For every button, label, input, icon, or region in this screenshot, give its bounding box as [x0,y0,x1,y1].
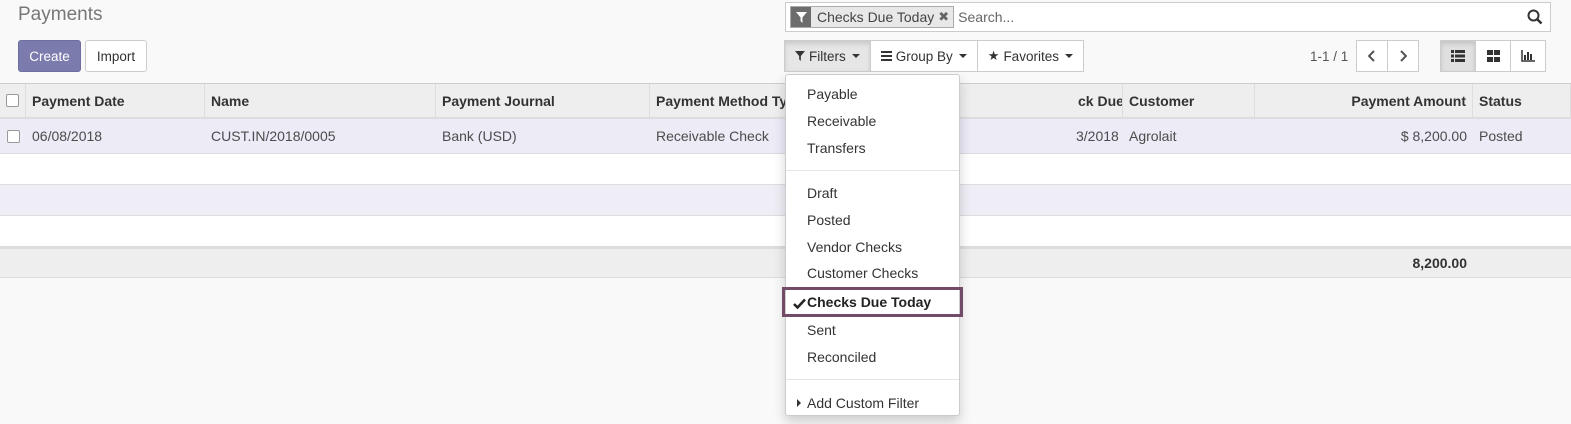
add-custom-filter-label: Add Custom Filter [807,394,920,411]
row-checkbox[interactable] [6,129,20,143]
filter-label: Checks Due Today [807,293,932,310]
status-cell: Posted [1479,128,1523,144]
check-icon [793,296,806,312]
bars-icon [880,49,892,64]
previous-page-button[interactable] [1356,40,1389,72]
filters-dropdown: Payable Receivable Transfers Draft Poste… [782,74,963,416]
divider [786,379,959,381]
group-by-label: Group By [895,48,953,64]
column-header[interactable]: Payment Date [26,84,205,117]
row-select-cell [0,119,26,153]
filter-reconciled[interactable]: Reconciled [786,344,959,371]
search-facet: Checks Due Today ✖ [790,6,955,28]
customer-cell: Agrolait [1129,128,1177,144]
column-header[interactable]: Customer [1123,84,1255,117]
name-cell: CUST.IN/2018/0005 [211,128,336,144]
favorites-button[interactable]: ★ Favorites [976,40,1084,72]
column-header[interactable]: Status [1473,84,1571,117]
search-bar: Checks Due Today ✖ [785,2,1551,32]
create-button[interactable]: Create [18,40,81,72]
view-switcher [1440,40,1546,72]
search-input[interactable] [958,4,1520,30]
footer-status [1473,249,1571,277]
divider [786,170,959,172]
remove-facet-icon[interactable]: ✖ [936,7,953,27]
pager: 1-1 / 1 [1300,40,1420,72]
filter-checks-due-today[interactable]: Checks Due Today [782,286,963,317]
import-button[interactable]: Import [85,40,147,72]
select-all-cell [0,84,26,117]
filter-draft[interactable]: Draft [786,180,959,207]
filter-transfers[interactable]: Transfers [786,134,959,161]
filter-payable[interactable]: Payable [786,81,959,108]
page-title: Payments [18,4,103,25]
pager-value[interactable]: 1-1 / 1 [1310,49,1348,64]
search-options: Filters Group By ★ Favorites [784,40,1084,72]
filter-sent[interactable]: Sent [786,317,959,344]
column-header[interactable]: Payment Journal [436,84,650,117]
caret-down-icon [851,54,860,58]
column-header[interactable]: Payment Amount [1255,84,1473,117]
footer-spacer [0,249,1255,277]
payment-date-cell: 06/08/2018 [32,128,103,144]
caret-down-icon [958,54,967,58]
filter-icon [795,49,805,64]
select-all-checkbox[interactable] [6,94,19,107]
filters-button[interactable]: Filters [784,40,871,72]
filter-vendor-checks[interactable]: Vendor Checks [786,233,959,260]
add-custom-filter[interactable]: Add Custom Filter [786,389,959,416]
caret-down-icon [1064,54,1073,58]
filters-label: Filters [809,48,846,64]
amount-cell: $ 8,200.00 [1400,128,1467,144]
kanban-view-icon[interactable] [1475,40,1511,72]
list-view-icon[interactable] [1440,40,1476,72]
filter-receivable[interactable]: Receivable [786,108,959,135]
favorites-label: Favorites [1003,48,1059,64]
column-header[interactable]: Name [205,84,436,117]
journal-cell: Bank (USD) [442,128,517,144]
group-by-button[interactable]: Group By [869,40,978,72]
caret-right-icon [797,399,801,408]
filter-posted[interactable]: Posted [786,207,959,234]
filter-icon [791,7,811,27]
search-icon[interactable] [1520,3,1550,31]
filter-customer-checks[interactable]: Customer Checks [786,260,959,287]
total-amount: 8,200.00 [1412,255,1468,271]
next-page-button[interactable] [1387,40,1420,72]
facet-label: Checks Due Today [817,9,935,25]
graph-view-icon[interactable] [1510,40,1546,72]
star-icon: ★ [987,48,1000,63]
